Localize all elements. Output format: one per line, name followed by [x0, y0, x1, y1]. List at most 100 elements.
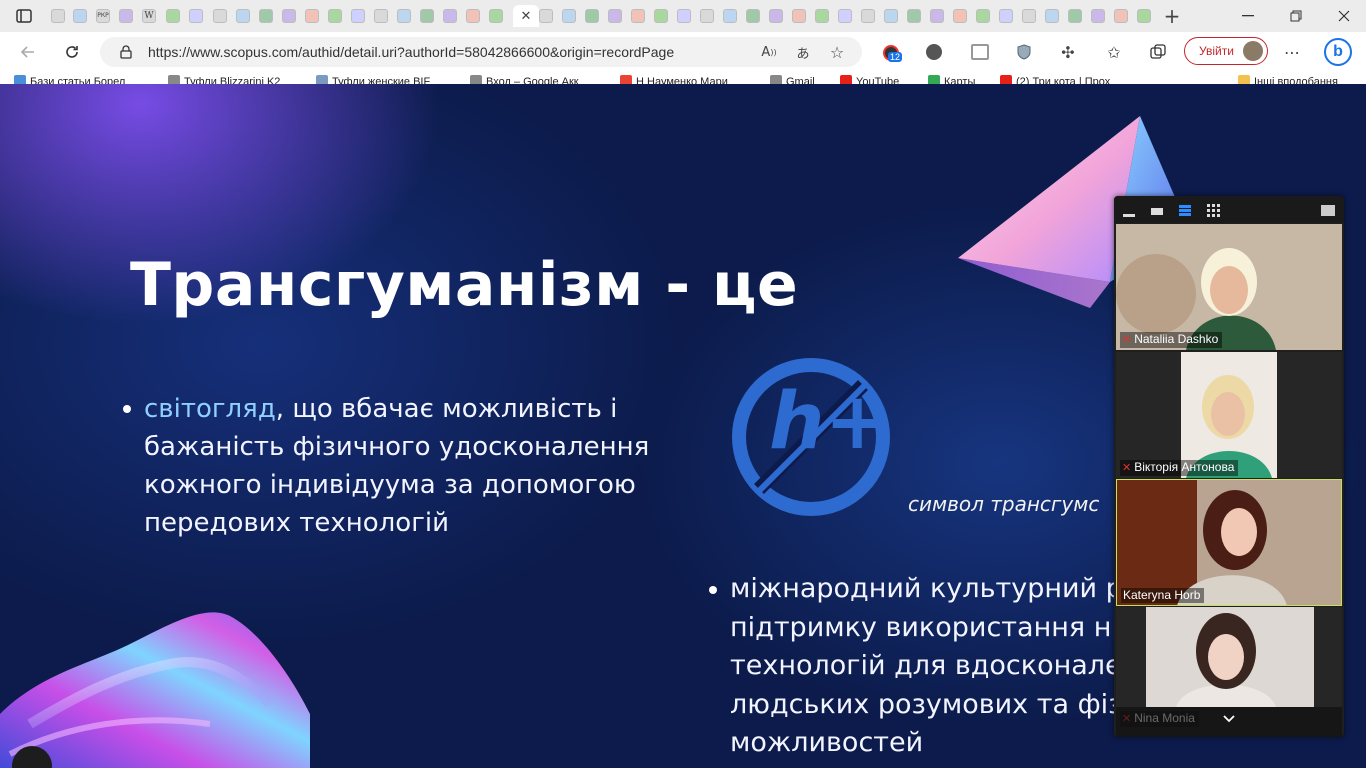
- tab[interactable]: [348, 5, 368, 27]
- bing-copilot-icon[interactable]: b: [1322, 36, 1354, 68]
- tab[interactable]: [486, 5, 506, 27]
- strip-view-icon[interactable]: [1178, 203, 1192, 217]
- refresh-icon[interactable]: [62, 42, 82, 62]
- extensions-icon[interactable]: ✣: [1058, 42, 1078, 62]
- bookmark-item[interactable]: Н Науменко Мари: [620, 75, 728, 84]
- tab[interactable]: [697, 5, 717, 27]
- participant-video[interactable]: ✕ Nataliia Dashko: [1116, 224, 1342, 350]
- bookmark-icon: [1000, 75, 1012, 84]
- gallery-view-icon[interactable]: [1206, 203, 1220, 217]
- tab[interactable]: [279, 5, 299, 27]
- tab[interactable]: [835, 5, 855, 27]
- tab[interactable]: [973, 5, 993, 27]
- tab[interactable]: [210, 5, 230, 27]
- tab[interactable]: [582, 5, 602, 27]
- bookmark-item[interactable]: (2) Три кота | Прох: [1000, 75, 1110, 84]
- tab[interactable]: [48, 5, 68, 27]
- tab[interactable]: [674, 5, 694, 27]
- bookmark-icon: [620, 75, 632, 84]
- tab-favicon: [999, 9, 1013, 23]
- tab[interactable]: [881, 5, 901, 27]
- tab[interactable]: [651, 5, 671, 27]
- bookmark-item[interactable]: Туфли женские BIF: [316, 75, 430, 84]
- tab[interactable]: [743, 5, 763, 27]
- tab-favicon: [420, 9, 434, 23]
- minimize-icon[interactable]: [1238, 8, 1258, 24]
- tab[interactable]: [394, 5, 414, 27]
- tab[interactable]: [812, 5, 832, 27]
- tab[interactable]: РКР: [93, 5, 113, 27]
- chevron-down-icon[interactable]: [1221, 711, 1237, 727]
- bookmark-label: Бази статьи Борел: [30, 76, 126, 84]
- tab[interactable]: [927, 5, 947, 27]
- tab[interactable]: [536, 5, 556, 27]
- tab-favicon: [792, 9, 806, 23]
- close-tab-icon[interactable]: ✕: [519, 9, 533, 23]
- bookmark-icon: [840, 75, 852, 84]
- tab[interactable]: [463, 5, 483, 27]
- participant-video[interactable]: ✕ Вікторія Антонова: [1116, 352, 1342, 478]
- tab[interactable]: [116, 5, 136, 27]
- tab[interactable]: [256, 5, 276, 27]
- speaker-view-icon[interactable]: [1150, 204, 1164, 218]
- bookmark-item[interactable]: Вход – Google Акк: [470, 75, 579, 84]
- lock-icon[interactable]: [118, 44, 134, 60]
- favorites-icon[interactable]: ✩: [1104, 42, 1124, 62]
- tab[interactable]: [233, 5, 253, 27]
- tab[interactable]: [417, 5, 437, 27]
- tab[interactable]: [1088, 5, 1108, 27]
- read-aloud-icon[interactable]: A)): [760, 43, 778, 61]
- tab-favicon: [213, 9, 227, 23]
- more-menu-icon[interactable]: ⋯: [1282, 42, 1302, 62]
- shield-icon[interactable]: [1014, 42, 1034, 62]
- tab[interactable]: [186, 5, 206, 27]
- tab[interactable]: [325, 5, 345, 27]
- restore-icon[interactable]: [1286, 8, 1306, 24]
- tab[interactable]: [789, 5, 809, 27]
- exit-minimize-icon[interactable]: [1320, 203, 1336, 217]
- address-bar[interactable]: https://www.scopus.com/authid/detail.uri…: [100, 37, 862, 67]
- tab[interactable]: [440, 5, 460, 27]
- tab[interactable]: [1019, 5, 1039, 27]
- participant-video-active[interactable]: Kateryna Horb: [1116, 479, 1342, 606]
- extension-globe-icon[interactable]: [924, 42, 944, 62]
- tab[interactable]: [1065, 5, 1085, 27]
- new-tab-icon[interactable]: +: [1162, 4, 1182, 28]
- bookmark-item[interactable]: Бази статьи Борел: [14, 75, 125, 84]
- tab[interactable]: [605, 5, 625, 27]
- tab[interactable]: [1111, 5, 1131, 27]
- extension-badge-icon[interactable]: 12: [878, 40, 904, 66]
- participant-video[interactable]: ✕ Nina Monia: [1116, 607, 1342, 737]
- tab[interactable]: [302, 5, 322, 27]
- tab[interactable]: [559, 5, 579, 27]
- translate-icon[interactable]: あ: [794, 43, 812, 62]
- bookmark-item[interactable]: Карты: [928, 75, 975, 84]
- minimize-video-icon[interactable]: [1122, 204, 1136, 218]
- tab-actions-icon[interactable]: [14, 7, 34, 25]
- extension-window-icon[interactable]: [970, 42, 990, 62]
- close-window-icon[interactable]: [1334, 8, 1354, 24]
- sign-in-button[interactable]: Увійти: [1184, 37, 1268, 65]
- tab[interactable]: [904, 5, 924, 27]
- tab[interactable]: [70, 5, 90, 27]
- back-icon[interactable]: [18, 42, 38, 62]
- collections-icon[interactable]: [1148, 42, 1168, 62]
- tab[interactable]: [950, 5, 970, 27]
- tab[interactable]: [1042, 5, 1062, 27]
- tab[interactable]: W: [139, 5, 159, 27]
- bookmark-item[interactable]: Туфли Blizzarini K2: [168, 75, 280, 84]
- tab[interactable]: [371, 5, 391, 27]
- favorite-add-icon[interactable]: ☆: [828, 43, 846, 62]
- tab[interactable]: [628, 5, 648, 27]
- tab-favicon: [746, 9, 760, 23]
- tab[interactable]: [163, 5, 183, 27]
- bookmark-item[interactable]: Інші вподобання: [1238, 75, 1338, 84]
- tab[interactable]: [720, 5, 740, 27]
- bookmark-item[interactable]: YouTube: [840, 75, 899, 84]
- bookmark-item[interactable]: Gmail: [770, 75, 815, 84]
- browser-toolbar: https://www.scopus.com/authid/detail.uri…: [0, 32, 1366, 72]
- tab[interactable]: [996, 5, 1016, 27]
- tab[interactable]: [766, 5, 786, 27]
- tab[interactable]: [858, 5, 878, 27]
- tab[interactable]: [1134, 5, 1154, 27]
